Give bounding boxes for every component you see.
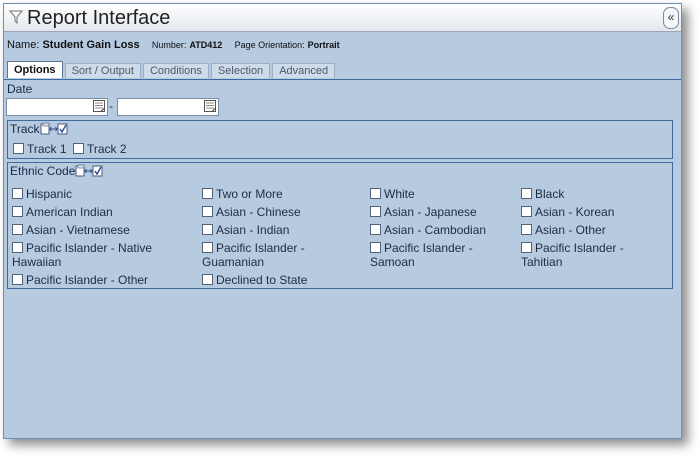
- select-all-icon[interactable]: [40, 122, 68, 136]
- track-1-checkbox[interactable]: Track 1: [13, 142, 67, 156]
- checkbox-box[interactable]: [12, 188, 23, 199]
- checkbox-label: White: [384, 187, 415, 201]
- tab-selection[interactable]: Selection: [210, 63, 271, 78]
- checkbox-box[interactable]: [12, 242, 23, 253]
- ethnic-code-group: Ethnic Code Hispanic Two or More White B…: [7, 162, 673, 289]
- checkbox-label: Pacific Islander -: [535, 241, 624, 255]
- checkbox-box[interactable]: [521, 188, 532, 199]
- tab-options[interactable]: Options: [7, 61, 63, 78]
- checkbox-label: Hispanic: [26, 187, 73, 201]
- collapse-button[interactable]: «: [663, 7, 679, 29]
- checkbox-label-line2: Guamanian: [202, 255, 265, 269]
- ethnic-black[interactable]: Black: [521, 187, 564, 201]
- ethnic-american-indian[interactable]: American Indian: [12, 205, 113, 219]
- checkbox-label-line2: Hawaiian: [12, 255, 62, 269]
- ethnic-pacific-islander-samoan[interactable]: Pacific Islander - Samoan: [370, 241, 473, 269]
- checkbox-label: Pacific Islander - Other: [26, 273, 149, 287]
- checkbox-box[interactable]: [202, 188, 213, 199]
- page-orientation: Portrait: [307, 40, 340, 50]
- ethnic-code-label: Ethnic Code: [10, 164, 76, 178]
- date-to-input[interactable]: [117, 98, 219, 116]
- checkbox-box[interactable]: [12, 224, 23, 235]
- checkbox-box[interactable]: [13, 143, 24, 154]
- checkbox-label: Pacific Islander - Native: [26, 241, 153, 255]
- checkbox-box[interactable]: [202, 274, 213, 285]
- checkbox-label: Asian - Indian: [216, 223, 290, 237]
- report-name: Student Gain Loss: [42, 39, 140, 51]
- ethnic-asian-other[interactable]: Asian - Other: [521, 223, 606, 237]
- tab-bar: Options Sort / Output Conditions Selection A…: [7, 61, 337, 79]
- checkbox-box[interactable]: [370, 242, 381, 253]
- tab-sort-output[interactable]: Sort / Output: [64, 63, 141, 78]
- checkbox-box[interactable]: [521, 242, 532, 253]
- ethnic-pacific-islander-other[interactable]: Pacific Islander - Other: [12, 273, 148, 287]
- ethnic-asian-chinese[interactable]: Asian - Chinese: [202, 205, 301, 219]
- checkbox-box[interactable]: [521, 224, 532, 235]
- ethnic-two-or-more[interactable]: Two or More: [202, 187, 283, 201]
- checkbox-box[interactable]: [12, 206, 23, 217]
- checkbox-box[interactable]: [370, 224, 381, 235]
- checkbox-box[interactable]: [370, 206, 381, 217]
- report-number: ATD412: [189, 40, 223, 50]
- checkbox-box[interactable]: [521, 206, 532, 217]
- checkbox-label: American Indian: [26, 205, 113, 219]
- date-label: Date: [7, 82, 33, 96]
- ethnic-pacific-islander-tahitian[interactable]: Pacific Islander - Tahitian: [521, 241, 624, 269]
- checkbox-box[interactable]: [202, 206, 213, 217]
- track-label: Track: [10, 122, 40, 136]
- checkbox-box[interactable]: [370, 188, 381, 199]
- orientation-label: Page Orientation:: [234, 40, 305, 50]
- checkbox-label: Asian - Chinese: [216, 205, 301, 219]
- number-label: Number:: [151, 40, 187, 50]
- ethnic-pacific-islander-native-hawaiian[interactable]: Pacific Islander - Native Hawaiian: [12, 241, 152, 269]
- checkbox-label: Pacific Islander -: [384, 241, 473, 255]
- calendar-icon[interactable]: [203, 99, 217, 113]
- checkbox-label: Black: [535, 187, 565, 201]
- window-title: Report Interface: [27, 7, 171, 29]
- track-1-label: Track 1: [27, 142, 67, 156]
- checkbox-label: Pacific Islander -: [216, 241, 305, 255]
- ethnic-declined-to-state[interactable]: Declined to State: [202, 273, 307, 287]
- checkbox-label-line2: Tahitian: [521, 255, 563, 269]
- ethnic-code-title: Ethnic Code: [10, 164, 103, 178]
- tab-advanced[interactable]: Advanced: [272, 63, 336, 78]
- track-2-label: Track 2: [87, 142, 127, 156]
- checkbox-box[interactable]: [202, 242, 213, 253]
- ethnic-asian-vietnamese[interactable]: Asian - Vietnamese: [12, 223, 130, 237]
- checkbox-box[interactable]: [12, 274, 23, 285]
- checkbox-box[interactable]: [73, 143, 84, 154]
- track-title: Track: [10, 122, 68, 136]
- checkbox-label: Asian - Vietnamese: [26, 223, 130, 237]
- checkbox-label: Two or More: [216, 187, 283, 201]
- tab-conditions[interactable]: Conditions: [142, 63, 209, 78]
- filter-icon: [9, 10, 23, 24]
- report-window: Report Interface « Name: Student Gain Lo…: [3, 3, 682, 439]
- title-bar: Report Interface «: [4, 4, 681, 32]
- ethnic-asian-japanese[interactable]: Asian - Japanese: [370, 205, 477, 219]
- ethnic-asian-korean[interactable]: Asian - Korean: [521, 205, 614, 219]
- ethnic-asian-cambodian[interactable]: Asian - Cambodian: [370, 223, 486, 237]
- checkbox-label: Asian - Korean: [535, 205, 615, 219]
- ethnic-asian-indian[interactable]: Asian - Indian: [202, 223, 289, 237]
- checkbox-label-line2: Samoan: [370, 255, 415, 269]
- date-separator: -: [109, 99, 113, 113]
- checkbox-label: Asian - Other: [535, 223, 606, 237]
- track-group: Track Track 1 Track 2: [7, 120, 673, 159]
- ethnic-white[interactable]: White: [370, 187, 415, 201]
- ethnic-hispanic[interactable]: Hispanic: [12, 187, 72, 201]
- ethnic-pacific-islander-guamanian[interactable]: Pacific Islander - Guamanian: [202, 241, 305, 269]
- report-info: Name: Student Gain Loss Number: ATD412 P…: [7, 39, 340, 51]
- track-2-checkbox[interactable]: Track 2: [73, 142, 127, 156]
- name-label: Name:: [7, 39, 40, 51]
- checkbox-label: Declined to State: [216, 273, 308, 287]
- checkbox-label: Asian - Japanese: [384, 205, 477, 219]
- calendar-icon[interactable]: [92, 99, 106, 113]
- tab-divider: [4, 79, 681, 80]
- date-from-input[interactable]: [6, 98, 108, 116]
- checkbox-label: Asian - Cambodian: [384, 223, 487, 237]
- checkbox-box[interactable]: [202, 224, 213, 235]
- select-all-icon[interactable]: [75, 164, 103, 178]
